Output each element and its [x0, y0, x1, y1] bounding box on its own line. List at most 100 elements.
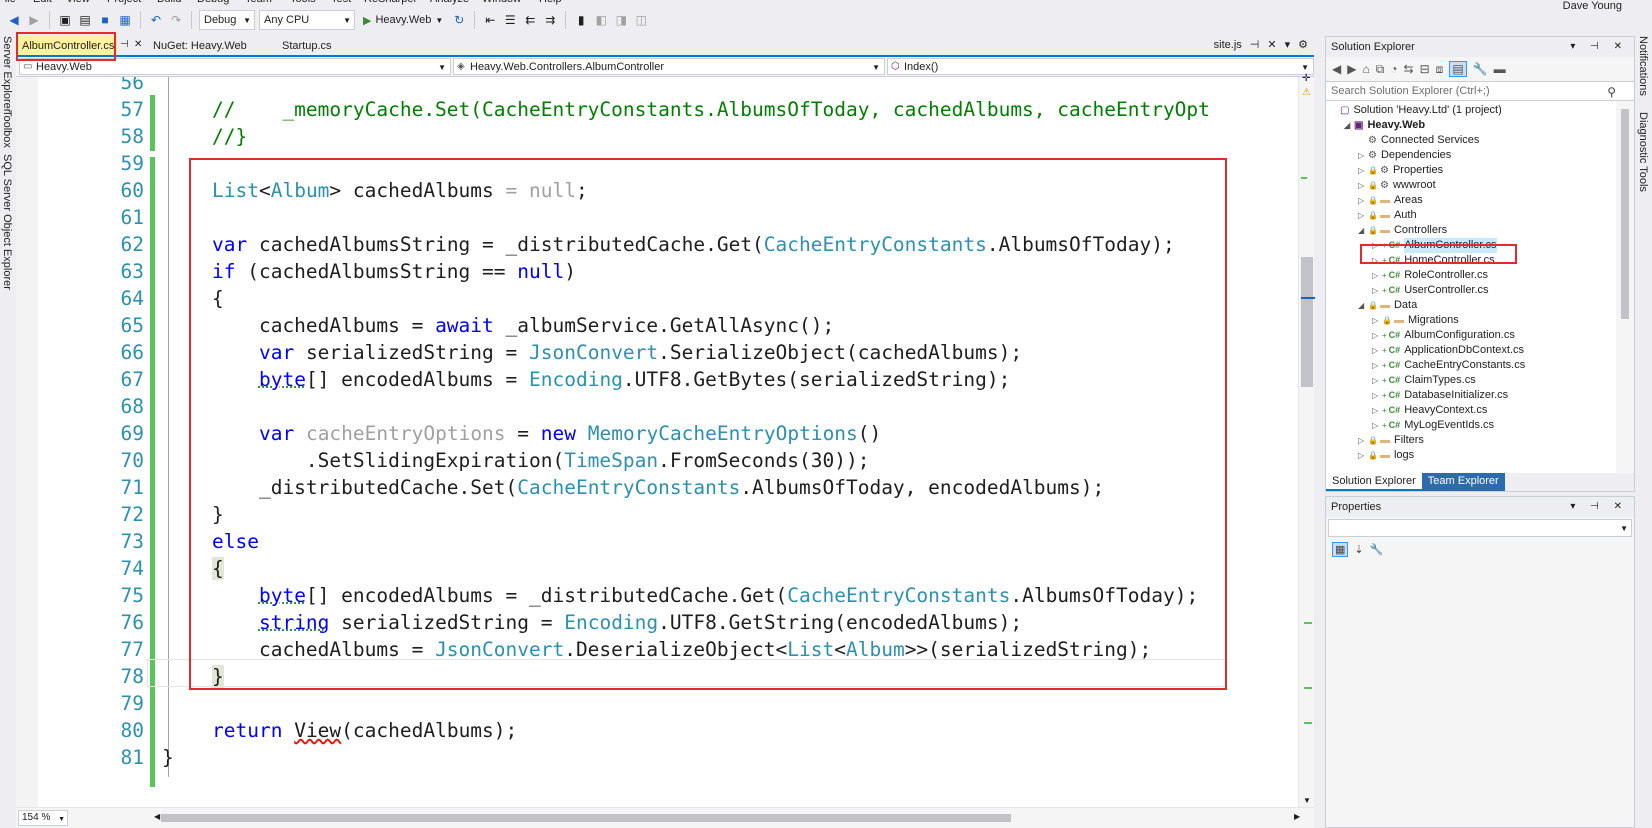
bookmark-icon[interactable]: ▮	[573, 12, 589, 28]
menu-build[interactable]: Build	[157, 0, 181, 5]
menu-resharper[interactable]: ReSharper	[364, 0, 417, 5]
expander-icon[interactable]: ▷	[1358, 448, 1368, 463]
solution-search-input[interactable]: Search Solution Explorer (Ctrl+;) ⚲	[1326, 81, 1634, 101]
menu-project[interactable]: Project	[107, 0, 141, 5]
tab-startup[interactable]: Startup.cs	[276, 36, 338, 55]
undo-icon[interactable]: ↶	[148, 12, 164, 28]
zoom-dropdown[interactable]: 154 % ▼	[18, 810, 68, 826]
tree-project[interactable]: ◢ ▣ Heavy.Web	[1344, 118, 1425, 133]
split-icon[interactable]: ✛	[1302, 73, 1310, 84]
redo-icon[interactable]: ↷	[168, 12, 184, 28]
expander-icon[interactable]: ▷	[1372, 358, 1382, 373]
tree-solution[interactable]: ▢ Solution 'Heavy.Ltd' (1 project)	[1330, 103, 1502, 118]
code-editor[interactable]: 56 57 58 59 60 61 62 63 64 65 66 67 68 69 70 71 72 73 74 75…	[16, 77, 1314, 807]
menu-test[interactable]: Test	[331, 0, 351, 5]
tree-connected-services[interactable]: ⚙ Connected Services	[1358, 133, 1479, 148]
tree-data[interactable]: ◢ 🔒 ▬ Data	[1358, 298, 1417, 313]
search-icon[interactable]: ⚲	[1607, 83, 1616, 101]
solution-platform-dropdown[interactable]: Any CPU ▼	[259, 10, 355, 30]
tree-album-configuration[interactable]: ▷ + C# AlbumConfiguration.cs	[1372, 328, 1515, 343]
scroll-down-icon[interactable]: ▼	[1303, 796, 1311, 805]
close-icon[interactable]: ✕	[1267, 38, 1276, 51]
minus-icon[interactable]: ▬	[1494, 62, 1506, 76]
tree-logs[interactable]: ▷ 🔒 ▬ logs	[1358, 448, 1414, 463]
tab-sitejs[interactable]: site.js	[1214, 39, 1242, 51]
sql-server-object-explorer-tab[interactable]: SQL Server Object Explorer	[1, 154, 13, 290]
tree-heavy-context[interactable]: ▷ + C# HeavyContext.cs	[1372, 403, 1487, 418]
expander-icon[interactable]: ▷	[1372, 328, 1382, 343]
save-all-icon[interactable]: ▦	[117, 12, 133, 28]
forward-icon[interactable]: ▶	[1347, 62, 1356, 76]
editor-hscroll-thumb[interactable]	[161, 814, 1011, 822]
tree-my-log-event-ids[interactable]: ▷ + C# MyLogEventIds.cs	[1372, 418, 1494, 433]
diagnostic-tools-tab[interactable]: Diagnostic Tools	[1637, 112, 1649, 192]
format-icon[interactable]: ☰	[502, 12, 518, 28]
menu-edit[interactable]: Edit	[33, 0, 52, 5]
tab-solution-explorer[interactable]: Solution Explorer	[1326, 473, 1422, 491]
tree-migrations[interactable]: ▷ 🔒 ▬ Migrations	[1372, 313, 1459, 328]
properties-object-dropdown[interactable]: ▼	[1328, 519, 1632, 537]
preview-selected-icon[interactable]: ▤	[1449, 61, 1467, 77]
expander-icon[interactable]: ◢	[1358, 223, 1368, 238]
expander-icon[interactable]: ▷	[1372, 418, 1382, 433]
pin-icon[interactable]: ⊣	[1250, 38, 1260, 51]
expander-icon[interactable]: ▷	[1372, 313, 1382, 328]
menu-window[interactable]: Window	[482, 0, 521, 5]
properties-icon[interactable]: 🔧	[1473, 62, 1488, 76]
open-folder-icon[interactable]: ▤	[77, 12, 93, 28]
indent-icon[interactable]: ⇉	[542, 12, 558, 28]
expander-icon[interactable]: ▷	[1372, 403, 1382, 418]
forward-icon[interactable]: ▶	[26, 12, 42, 28]
start-debugging-button[interactable]: ▶ Heavy.Web ▼	[359, 14, 447, 27]
panel-controls[interactable]: ▾ ⊣ ✕	[1570, 37, 1628, 57]
pin-icon[interactable]: ⊣	[120, 39, 129, 50]
expander-icon[interactable]: ▷	[1358, 433, 1368, 448]
outdent-icon[interactable]: ⇇	[522, 12, 538, 28]
pending-changes-icon[interactable]: ◔	[1390, 62, 1397, 76]
show-all-files-icon[interactable]: ⧈	[1436, 62, 1444, 77]
scroll-right-icon[interactable]: ▶	[1294, 812, 1300, 821]
tab-nuget[interactable]: NuGet: Heavy.Web	[147, 36, 253, 55]
expander-icon[interactable]: ▷	[1358, 193, 1368, 208]
save-icon[interactable]: ■	[97, 12, 113, 28]
expander-icon[interactable]: ▷	[1358, 208, 1368, 223]
expander-icon[interactable]: ▷	[1372, 283, 1382, 298]
menu-file[interactable]: File	[0, 0, 16, 5]
alphabetical-icon[interactable]: ⇣	[1354, 543, 1363, 556]
tree-auth[interactable]: ▷ 🔒 ▬ Auth	[1358, 208, 1417, 223]
settings-icon[interactable]: ⚙	[1298, 38, 1308, 51]
class-dropdown[interactable]: ◈ Heavy.Web.Controllers.AlbumController ▼	[453, 58, 885, 75]
tree-filters[interactable]: ▷ 🔒 ▬ Filters	[1358, 433, 1424, 448]
solution-tree-scrollbar[interactable]	[1616, 101, 1634, 473]
solution-config-dropdown[interactable]: Debug ▼	[199, 10, 255, 30]
tree-areas[interactable]: ▷ 🔒 ▬ Areas	[1358, 193, 1423, 208]
collapse-all-icon[interactable]: ⊟	[1420, 62, 1430, 76]
scroll-left-icon[interactable]: ◀	[154, 812, 160, 821]
expander-icon[interactable]: ▷	[1358, 163, 1368, 178]
expander-icon[interactable]: ◢	[1344, 118, 1354, 133]
back-icon[interactable]: ◀	[6, 12, 22, 28]
editor-vertical-scrollbar[interactable]: ✛ ⚠ ▼	[1298, 73, 1315, 807]
tab-team-explorer[interactable]: Team Explorer	[1421, 473, 1505, 491]
expander-icon[interactable]: ▷	[1358, 148, 1368, 163]
menu-analyze[interactable]: Analyze	[430, 0, 469, 5]
expander-icon[interactable]: ▷	[1358, 178, 1368, 193]
tab-list-dropdown-icon[interactable]: ▾	[1285, 38, 1291, 51]
expander-icon[interactable]: ▷	[1372, 268, 1382, 283]
notifications-tab[interactable]: Notifications	[1637, 36, 1649, 96]
next-bookmark-icon[interactable]: ◨	[613, 12, 629, 28]
editor-scroll-thumb[interactable]	[1301, 257, 1313, 387]
toolbox-tab[interactable]: Toolbox	[1, 110, 13, 148]
tree-properties[interactable]: ▷ 🔒 ⚙ Properties	[1358, 163, 1443, 178]
close-icon[interactable]: ✕	[134, 39, 142, 50]
tree-user-controller[interactable]: ▷ + C# UserController.cs	[1372, 283, 1489, 298]
menu-view[interactable]: View	[66, 0, 90, 5]
tree-application-db-context[interactable]: ▷ + C# ApplicationDbContext.cs	[1372, 343, 1524, 358]
property-pages-icon[interactable]: 🔧	[1370, 543, 1384, 556]
prev-bookmark-icon[interactable]: ◧	[593, 12, 609, 28]
home-icon[interactable]: ⌂	[1362, 62, 1369, 76]
tree-claim-types[interactable]: ▷ + C# ClaimTypes.cs	[1372, 373, 1476, 388]
member-dropdown[interactable]: ⬡ Index() ▼	[887, 58, 1314, 75]
menu-team[interactable]: Team	[245, 0, 272, 5]
tree-controllers[interactable]: ◢ 🔒 ▬ Controllers	[1358, 223, 1447, 238]
